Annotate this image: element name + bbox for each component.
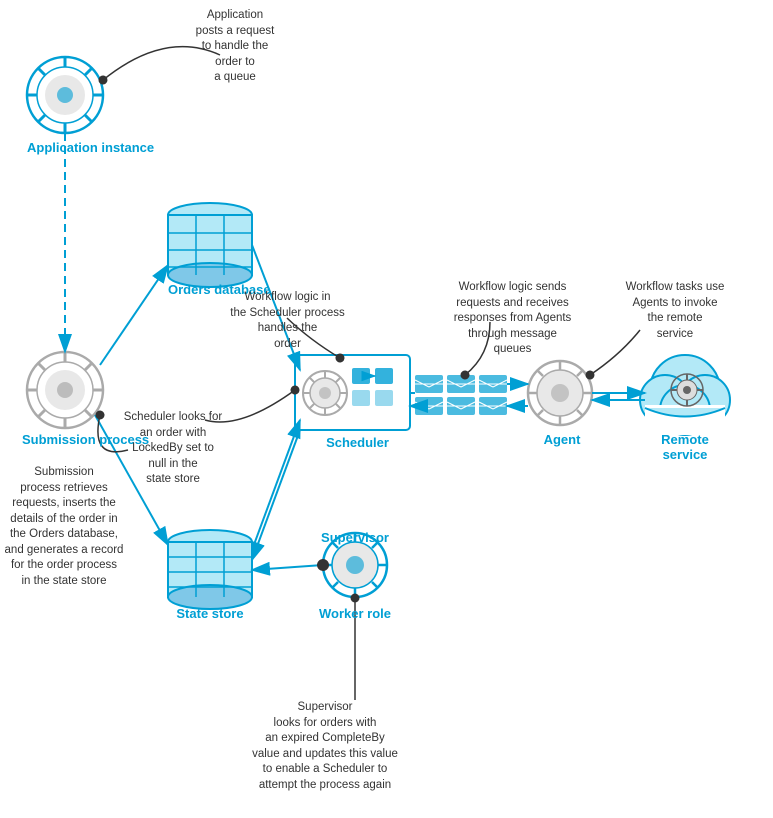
workflow-tasks-annotation: Workflow tasks useAgents to invokethe re… <box>600 280 750 342</box>
supervisor-looks-annotation: Supervisorlooks for orders withan expire… <box>230 700 420 793</box>
workflow-scheduler-annotation: Workflow logic inthe Scheduler processha… <box>220 290 355 352</box>
app-posts-annotation: Applicationposts a requestto handle theo… <box>165 8 305 86</box>
worker-role-label: Worker role <box>315 606 395 621</box>
workflow-sends-annotation: Workflow logic sendsrequests and receive… <box>435 280 590 358</box>
scheduler-label: Scheduler <box>300 435 415 450</box>
submission-process-label: Submission process <box>22 432 112 447</box>
diagram-svg <box>0 0 773 818</box>
remote-service-label: Remoteservice <box>645 432 725 462</box>
application-instance-label: Application instance <box>27 140 107 155</box>
supervisor-label: Supervisor <box>320 530 390 545</box>
agent-label: Agent <box>532 432 592 447</box>
state-store-label: State store <box>168 606 252 621</box>
diagram-container: Application instance Orders database Sub… <box>0 0 773 818</box>
submission-retrieves-annotation: Submissionprocess retrievesrequests, ins… <box>0 465 128 589</box>
